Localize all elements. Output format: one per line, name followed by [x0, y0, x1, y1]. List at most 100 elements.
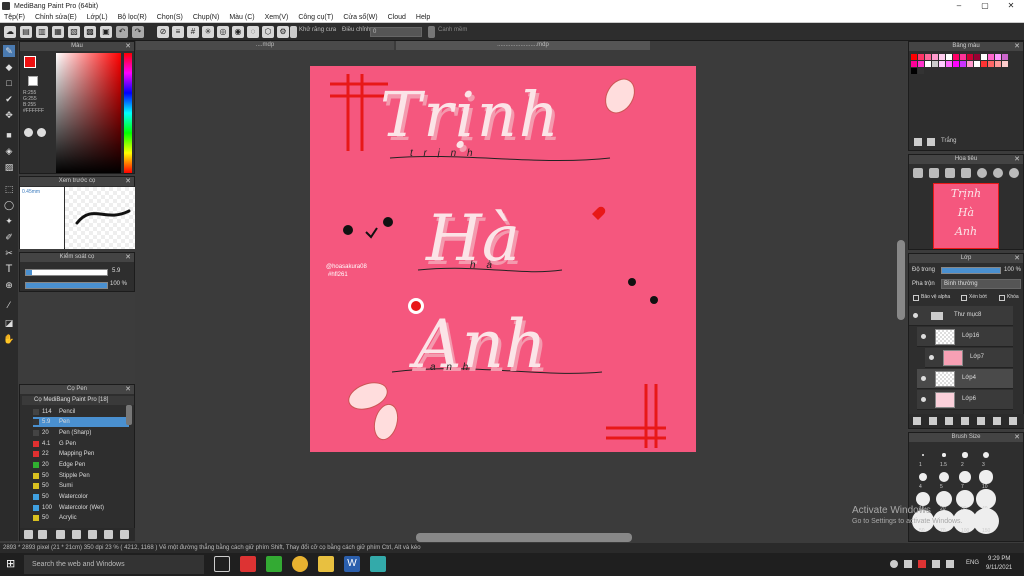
snap-parallel-icon[interactable]: ≡ — [172, 26, 184, 38]
zoom-in-icon[interactable] — [913, 168, 923, 178]
file-explorer-icon[interactable] — [318, 556, 334, 572]
document-tab-2[interactable]: ........................mdp — [396, 41, 650, 50]
visibility-eye-icon[interactable] — [929, 355, 934, 360]
visibility-eye-icon[interactable] — [921, 376, 926, 381]
eraser-tool-icon[interactable]: ◆ — [3, 61, 15, 73]
bucket-tool-icon[interactable]: ◈ — [3, 145, 15, 157]
brush-item[interactable]: 50 Sumi — [33, 481, 129, 491]
menu-file[interactable]: Tệp(F) — [4, 14, 25, 21]
brush-add-icon[interactable] — [24, 530, 33, 539]
visibility-eye-icon[interactable] — [921, 334, 926, 339]
zoom-out-icon[interactable] — [929, 168, 939, 178]
palette-add-icon[interactable] — [914, 138, 922, 146]
chrome-icon[interactable] — [292, 556, 308, 572]
fill-rect-icon[interactable]: ■ — [3, 129, 15, 141]
minimize-button[interactable]: – — [946, 0, 972, 12]
palette-swatch[interactable] — [981, 61, 987, 67]
new-file-icon[interactable]: ▤ — [20, 26, 32, 38]
snap-off-icon[interactable]: ⊘ — [157, 26, 169, 38]
grid-icon[interactable]: ▩ — [84, 26, 96, 38]
layer-icon[interactable]: ▣ — [100, 26, 112, 38]
protect-alpha-checkbox[interactable] — [913, 295, 919, 301]
palette-swatch[interactable] — [946, 61, 952, 67]
close-button[interactable]: ✕ — [998, 0, 1024, 12]
palette-swatch[interactable] — [918, 54, 924, 60]
snap-3d-icon[interactable]: ⬡ — [262, 26, 274, 38]
layer-row[interactable]: Lớp4 — [917, 369, 1013, 389]
vertical-scrollbar[interactable] — [897, 240, 905, 320]
maximize-button[interactable]: ▢ — [972, 0, 998, 12]
menu-window[interactable]: Cửa sổ(W) — [343, 14, 377, 21]
close-icon[interactable]: ✕ — [1014, 433, 1020, 442]
menu-cloud[interactable]: Cloud — [388, 14, 406, 21]
layer-row-folder[interactable]: Thư mục8 — [909, 306, 1013, 326]
brush-item[interactable]: 22 Mapping Pen — [33, 449, 129, 459]
close-icon[interactable]: ✕ — [125, 253, 131, 262]
eyedropper-icon[interactable]: ⁄ — [3, 299, 15, 311]
undo-icon[interactable]: ↶ — [116, 26, 128, 38]
palette-swatch[interactable] — [995, 61, 1001, 67]
lock-checkbox[interactable] — [999, 295, 1005, 301]
rotate-reset-icon[interactable] — [993, 168, 1003, 178]
close-icon[interactable]: ✕ — [125, 177, 131, 186]
brush-size-preset[interactable] — [922, 454, 924, 456]
layer-row[interactable]: Lớp6 — [917, 390, 1013, 410]
brush-group-header[interactable]: Cọ MediBang Paint Pro [18] — [22, 396, 134, 405]
close-icon[interactable]: ✕ — [125, 42, 131, 51]
export-icon[interactable]: ▧ — [68, 26, 80, 38]
palette-swatches[interactable] — [911, 54, 1015, 94]
close-icon[interactable]: ✕ — [1014, 42, 1020, 51]
palette-swatch[interactable] — [960, 54, 966, 60]
brush-import-icon[interactable] — [72, 530, 81, 539]
menu-view[interactable]: Xem(V) — [265, 14, 289, 21]
taskbar-search-box[interactable]: Search the web and Windows — [24, 555, 204, 574]
brush-item[interactable]: 4.1 G Pen — [33, 439, 129, 449]
brush-item[interactable]: 50 Stipple Pen — [33, 471, 129, 481]
palette-swatch[interactable] — [911, 68, 917, 74]
layer-copy-icon[interactable] — [961, 417, 969, 425]
palette-swatch[interactable] — [960, 61, 966, 67]
palette-swatch[interactable] — [932, 54, 938, 60]
brush-item[interactable]: 20 Edge Pen — [33, 460, 129, 470]
redo-icon[interactable]: ↷ — [132, 26, 144, 38]
save-icon[interactable]: ▦ — [52, 26, 64, 38]
brush-tool-icon[interactable]: ✎ — [3, 45, 15, 57]
menu-color[interactable]: Màu (C) — [229, 14, 254, 21]
dot-tool-icon[interactable]: □ — [3, 77, 15, 89]
clipping-checkbox[interactable] — [961, 295, 967, 301]
brush-item[interactable]: 114 Pencil — [33, 407, 129, 417]
palette-swatch[interactable] — [939, 61, 945, 67]
snap-concentric-icon[interactable]: ◉ — [232, 26, 244, 38]
layer-opacity-slider[interactable] — [941, 267, 1001, 274]
palette-swatch[interactable] — [995, 54, 1001, 60]
select-check-icon[interactable]: ✔ — [3, 93, 15, 105]
brush-size-preset[interactable] — [962, 452, 968, 458]
brush-item-selected[interactable]: 5.9 Pen — [33, 417, 129, 427]
brush-settings-icon[interactable] — [38, 530, 47, 539]
menu-select[interactable]: Chọn(S) — [157, 14, 183, 21]
palette-swatch[interactable] — [1002, 61, 1008, 67]
palette-swatch[interactable] — [981, 54, 987, 60]
brush-size-grid[interactable]: 11.52345710152030405070100150 — [909, 443, 1009, 541]
palette-swatch[interactable] — [988, 54, 994, 60]
layer-add-halftone-icon[interactable] — [929, 417, 937, 425]
select-eraser-icon[interactable]: ✂ — [3, 247, 15, 259]
lasso-tool-icon[interactable]: ◯ — [3, 199, 15, 211]
menu-layer[interactable]: Lớp(L) — [87, 14, 108, 21]
snap-cross-icon[interactable]: # — [187, 26, 199, 38]
palette-swatch[interactable] — [988, 61, 994, 67]
open-file-icon[interactable]: ▥ — [36, 26, 48, 38]
word-icon[interactable]: W — [344, 556, 360, 572]
tray-icon[interactable] — [918, 560, 926, 568]
brush-item[interactable]: 50 Acrylic — [33, 513, 129, 523]
brush-size-preset[interactable] — [935, 490, 953, 508]
windows-start-icon[interactable]: ⊞ — [6, 558, 18, 570]
hand-tool-icon[interactable]: ✋ — [3, 333, 15, 345]
divide-tool-icon[interactable]: ◪ — [3, 317, 15, 329]
rotate-right-icon[interactable] — [1009, 168, 1019, 178]
menu-help[interactable]: Help — [416, 14, 430, 21]
background-swatch[interactable] — [28, 76, 38, 86]
palette-swatch[interactable] — [946, 54, 952, 60]
menu-tools[interactable]: Công cụ(T) — [298, 14, 333, 21]
close-icon[interactable]: ✕ — [1014, 155, 1020, 164]
